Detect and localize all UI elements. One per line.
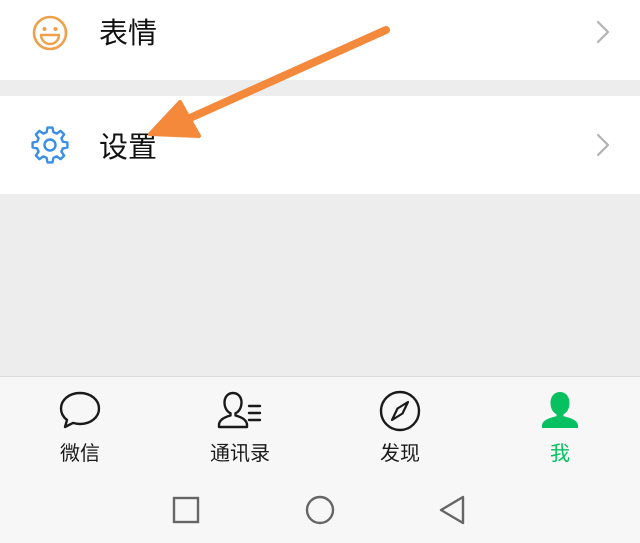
tab-label: 微信 [60, 441, 100, 465]
menu-item-settings[interactable]: 设置 [0, 96, 640, 194]
back-icon [439, 495, 465, 525]
chat-bubble-icon [59, 391, 101, 429]
home-icon [305, 495, 335, 525]
gear-icon [30, 125, 70, 165]
tab-discover[interactable]: 发现 [330, 389, 470, 469]
chevron-right-icon [596, 20, 610, 44]
recent-apps-icon [172, 496, 200, 524]
tab-chats[interactable]: 微信 [10, 389, 150, 469]
chevron-right-icon [596, 133, 610, 157]
smiley-icon [30, 13, 70, 53]
compass-icon [379, 390, 421, 432]
menu-item-label: 表情 [99, 16, 158, 50]
tab-label: 通讯录 [210, 441, 270, 465]
system-nav-bar [0, 480, 640, 542]
tab-label: 我 [550, 441, 570, 465]
back-button[interactable] [433, 490, 473, 530]
tab-contacts[interactable]: 通讯录 [170, 389, 310, 469]
recent-apps-button[interactable] [166, 490, 206, 530]
tab-me[interactable]: 我 [490, 389, 630, 469]
home-button[interactable] [300, 490, 340, 530]
person-icon [542, 392, 578, 428]
tab-label: 发现 [380, 441, 420, 465]
menu-item-emoji[interactable]: 表情 [0, 0, 640, 80]
menu-item-label: 设置 [99, 130, 158, 164]
contacts-icon [217, 391, 262, 429]
